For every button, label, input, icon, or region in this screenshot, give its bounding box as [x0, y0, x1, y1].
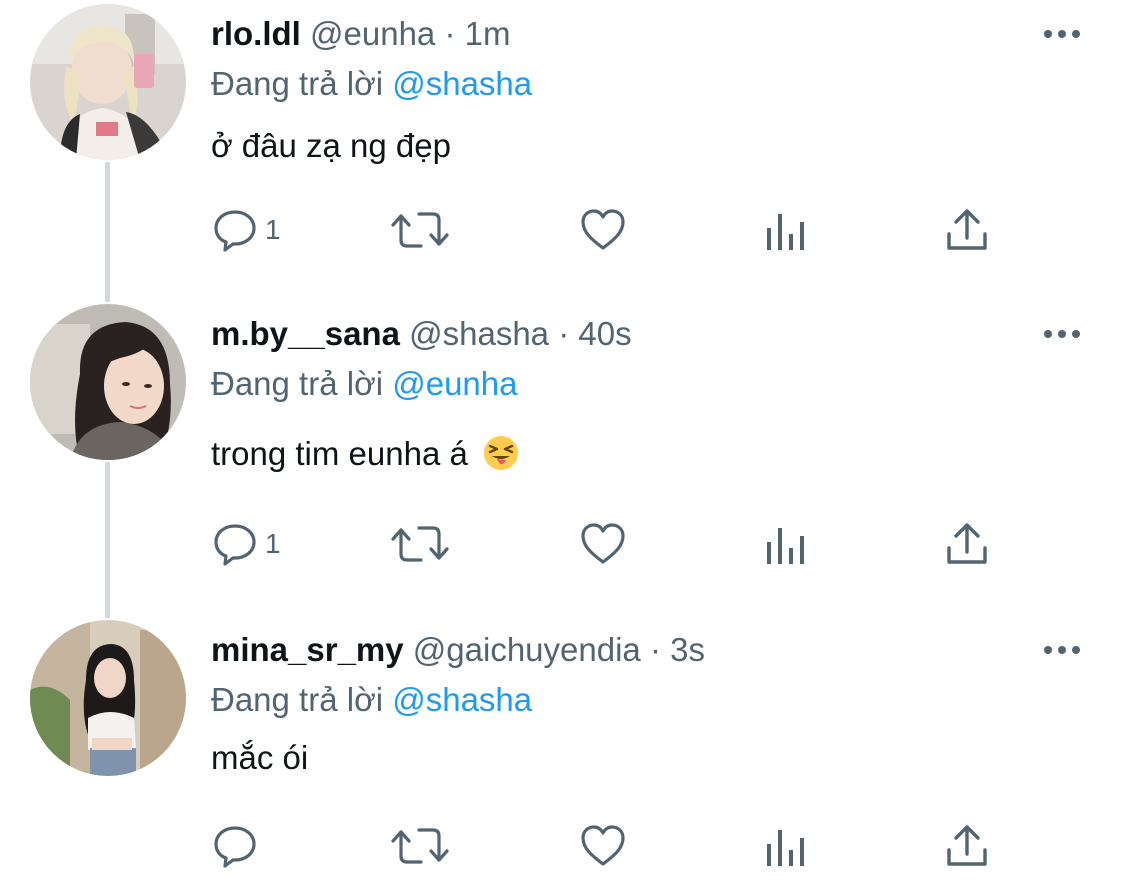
reply-button[interactable]: 1	[211, 518, 281, 570]
replying-to-label: Đang trả lời	[211, 65, 384, 102]
separator: ·	[444, 15, 456, 52]
views-bar-chart-icon	[767, 214, 804, 250]
tweet-text: mắc ói	[211, 736, 308, 780]
tweet[interactable]: m.by__sana @shasha · 40s Đang trả lời @e…	[0, 302, 1125, 602]
share-upload-icon	[947, 825, 987, 866]
tweet-text: ở đâu zạ ng đẹp	[211, 124, 451, 168]
share-upload-icon	[947, 523, 987, 564]
avatar[interactable]	[30, 4, 186, 160]
display-name[interactable]: m.by__sana	[211, 315, 400, 352]
avatar[interactable]	[30, 304, 186, 460]
heart-icon	[581, 825, 625, 866]
replying-to-label: Đang trả lời	[211, 365, 384, 402]
reply-bubble-icon	[214, 210, 256, 252]
tweet[interactable]: mina_sr_my @gaichuyendia · 3s Đang trả l…	[0, 618, 1125, 881]
like-button[interactable]	[579, 204, 627, 256]
tweet-text-content: trong tim eunha á	[211, 435, 468, 472]
tweet-text-content: ở đâu zạ ng đẹp	[211, 127, 451, 164]
profile-photo-icon	[30, 304, 186, 460]
retweet-button[interactable]	[391, 820, 449, 872]
reply-button[interactable]	[211, 820, 265, 872]
like-button[interactable]	[579, 518, 627, 570]
handle[interactable]: @eunha	[310, 15, 435, 52]
views-button[interactable]	[765, 518, 807, 570]
display-name[interactable]: mina_sr_my	[211, 631, 404, 668]
tweet[interactable]: rlo.ldl @eunha · 1m Đang trả lời @shasha…	[0, 2, 1125, 292]
reply-count: 1	[265, 528, 281, 559]
more-icon[interactable]	[1040, 322, 1084, 346]
action-bar	[211, 820, 1011, 872]
heart-icon	[581, 209, 625, 250]
replying-to-label: Đang trả lời	[211, 681, 384, 718]
share-button[interactable]	[945, 820, 989, 872]
tweet-header: m.by__sana @shasha · 40s	[211, 312, 632, 356]
share-button[interactable]	[945, 518, 989, 570]
mention-link[interactable]: @eunha	[392, 365, 517, 402]
reply-bubble-icon	[214, 524, 256, 566]
action-bar: 1	[211, 518, 1011, 570]
more-icon[interactable]	[1040, 638, 1084, 662]
reply-bubble-icon	[214, 826, 256, 868]
retweet-icon	[391, 212, 449, 248]
retweet-icon	[391, 526, 449, 562]
replying-to: Đang trả lời @shasha	[211, 678, 532, 722]
tweet-text-content: mắc ói	[211, 739, 309, 776]
retweet-icon	[391, 828, 449, 864]
replying-to: Đang trả lời @eunha	[211, 362, 517, 406]
action-bar: 1	[211, 204, 1011, 256]
handle[interactable]: @shasha	[409, 315, 549, 352]
share-button[interactable]	[945, 204, 989, 256]
squinting-face-with-tongue-icon	[483, 435, 519, 471]
views-button[interactable]	[765, 204, 807, 256]
mention-link[interactable]: @shasha	[392, 681, 532, 718]
separator: ·	[649, 631, 661, 668]
reply-count: 1	[265, 214, 281, 245]
share-upload-icon	[947, 209, 987, 250]
views-bar-chart-icon	[767, 830, 804, 866]
tweet-text: trong tim eunha á	[211, 432, 519, 476]
timestamp[interactable]: 40s	[578, 315, 631, 352]
views-bar-chart-icon	[767, 528, 804, 564]
tweet-header: rlo.ldl @eunha · 1m	[211, 12, 510, 56]
timestamp[interactable]: 1m	[465, 15, 511, 52]
reply-button[interactable]: 1	[211, 204, 281, 256]
replying-to: Đang trả lời @shasha	[211, 62, 532, 106]
avatar[interactable]	[30, 620, 186, 776]
tweet-header: mina_sr_my @gaichuyendia · 3s	[211, 628, 705, 672]
display-name[interactable]: rlo.ldl	[211, 15, 301, 52]
retweet-button[interactable]	[391, 518, 449, 570]
heart-icon	[581, 523, 625, 564]
timestamp[interactable]: 3s	[670, 631, 705, 668]
mention-link[interactable]: @shasha	[392, 65, 532, 102]
views-button[interactable]	[765, 820, 807, 872]
retweet-button[interactable]	[391, 204, 449, 256]
more-icon[interactable]	[1040, 22, 1084, 46]
separator: ·	[558, 315, 570, 352]
profile-photo-icon	[30, 4, 186, 160]
like-button[interactable]	[579, 820, 627, 872]
profile-photo-icon	[30, 620, 186, 776]
handle[interactable]: @gaichuyendia	[413, 631, 641, 668]
